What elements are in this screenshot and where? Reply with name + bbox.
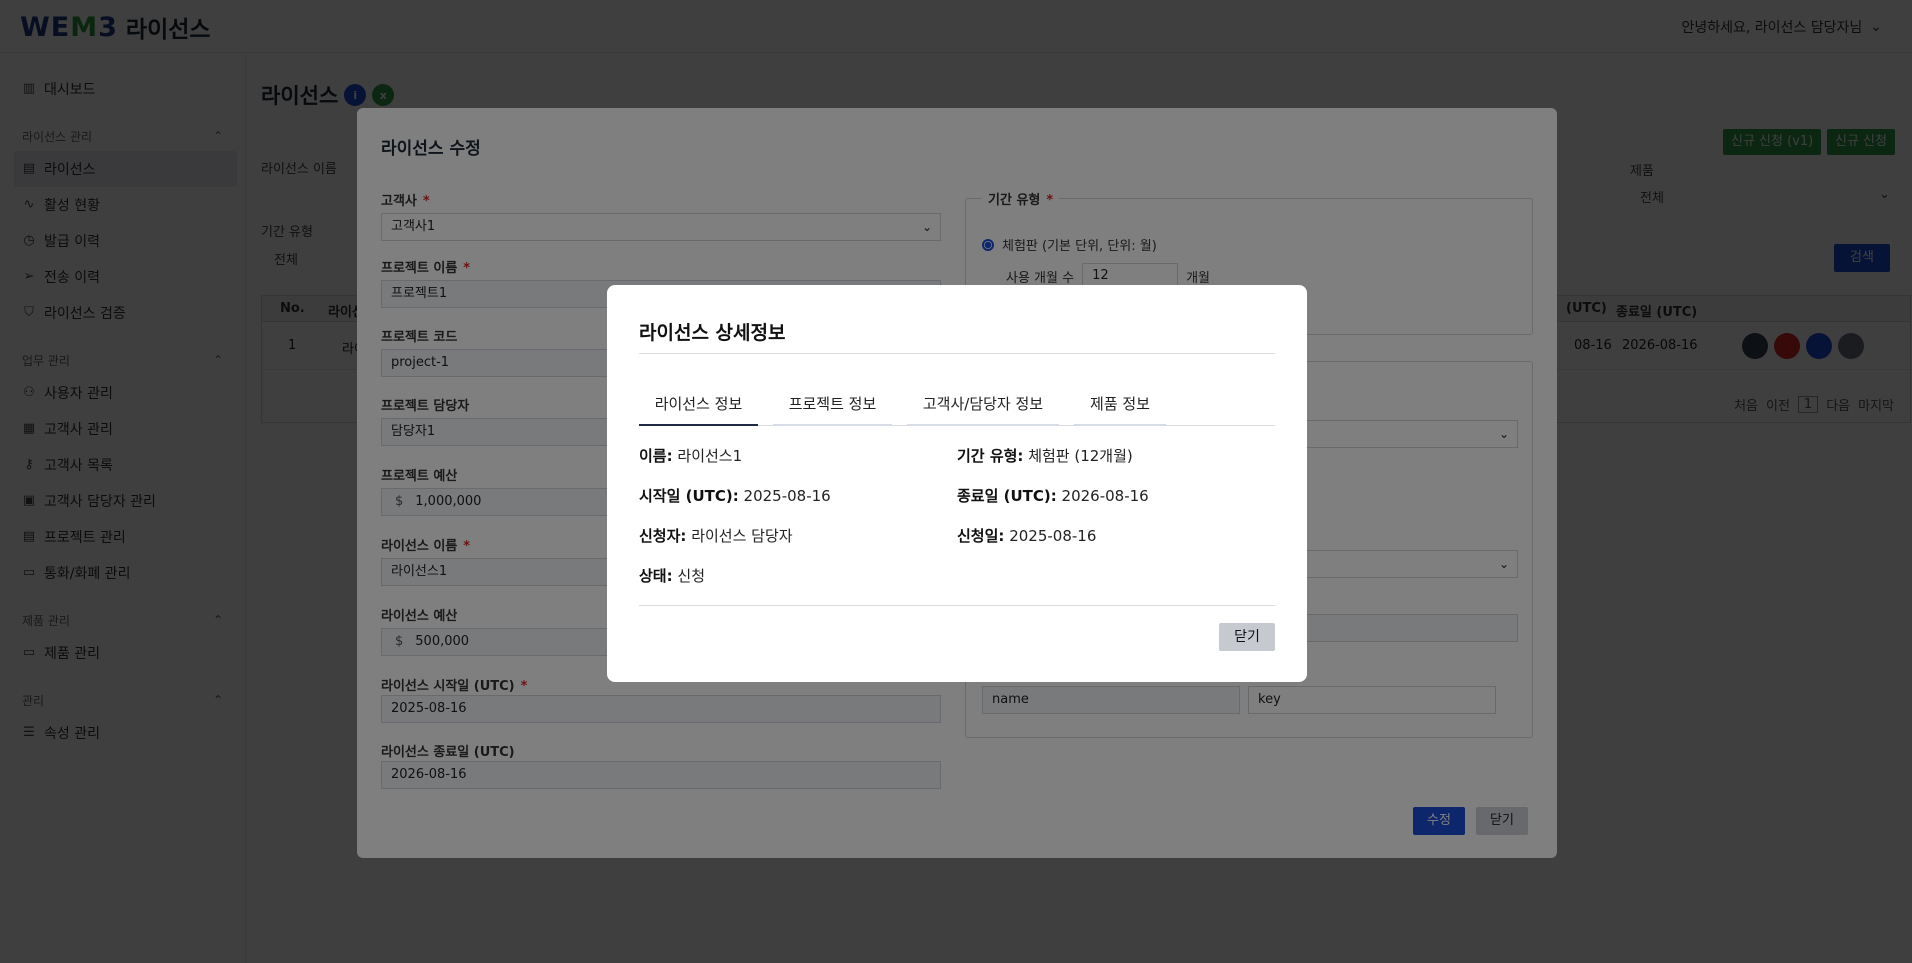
info-status: 상태: 신청 — [639, 567, 705, 585]
divider — [639, 605, 1275, 606]
info-period: 기간 유형: 체험판 (12개월) — [957, 447, 1133, 465]
info-name: 이름: 라이선스1 — [639, 447, 743, 465]
info-start: 시작일 (UTC): 2025-08-16 — [639, 487, 831, 505]
tab-project-info[interactable]: 프로젝트 정보 — [773, 384, 892, 426]
tab-customer-info[interactable]: 고객사/담당자 정보 — [907, 384, 1059, 426]
info-applicant: 신청자: 라이선스 담당자 — [639, 527, 793, 545]
license-detail-modal: 라이선스 상세정보 라이선스 정보 프로젝트 정보 고객사/담당자 정보 제품 … — [607, 285, 1307, 682]
close-button[interactable]: 닫기 — [1219, 623, 1275, 651]
detail-tabs: 라이선스 정보 프로젝트 정보 고객사/담당자 정보 제품 정보 — [639, 384, 1275, 426]
tab-product-info[interactable]: 제품 정보 — [1074, 384, 1166, 426]
info-end: 종료일 (UTC): 2026-08-16 — [957, 487, 1149, 505]
modal-title: 라이선스 상세정보 — [639, 322, 786, 344]
divider — [639, 353, 1275, 354]
info-apply-date: 신청일: 2025-08-16 — [957, 527, 1097, 545]
tab-license-info[interactable]: 라이선스 정보 — [639, 384, 758, 426]
